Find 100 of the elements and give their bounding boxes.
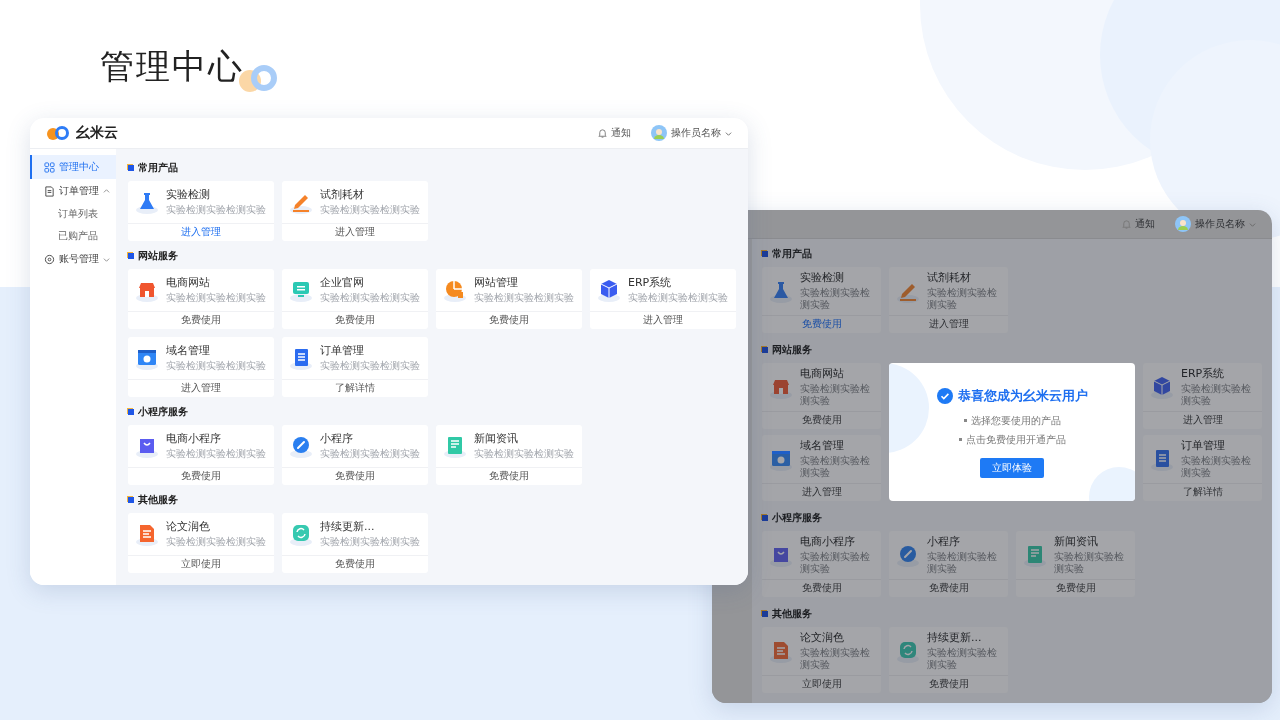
card-action-link[interactable]: 立即使用 — [128, 555, 274, 573]
bell-icon — [597, 127, 608, 139]
product-name: ERP系统 — [628, 276, 673, 290]
card-action-link[interactable]: 进入管理 — [762, 483, 881, 501]
card-action-link[interactable]: 免费使用 — [762, 579, 881, 597]
card-action-link[interactable]: 进入管理 — [1143, 411, 1262, 429]
product-name: 实验检测 — [166, 188, 211, 202]
product-name: 电商小程序 — [800, 535, 856, 549]
product-name: 订单管理 — [320, 344, 365, 358]
user-menu[interactable]: 操作员名称 — [651, 125, 732, 141]
notification-link[interactable]: 通知 — [1121, 217, 1155, 231]
card-action-link[interactable]: 免费使用 — [762, 315, 881, 333]
card-action-link[interactable]: 免费使用 — [436, 467, 582, 485]
logo-icon — [46, 125, 70, 141]
product-description: 实验检测实验检测实验 — [927, 647, 998, 671]
notification-label: 通知 — [611, 126, 631, 140]
sidebar-subitem[interactable]: 订单列表 — [30, 203, 116, 225]
card-action-link[interactable]: 免费使用 — [889, 675, 1008, 693]
section-title: 网站服务 — [138, 249, 178, 263]
section-icon — [762, 515, 768, 521]
section-title: 其他服务 — [772, 607, 812, 621]
section-icon — [128, 497, 134, 503]
dialog-title: 恭喜您成为幺米云用户 — [957, 386, 1088, 405]
product-name: 试剂耗材 — [320, 188, 365, 202]
product-description: 实验检测实验检测实验 — [166, 292, 266, 304]
product-description: 实验检测实验检测实验 — [320, 292, 420, 304]
sidebar-item[interactable]: 订单管理 — [30, 179, 116, 203]
section-title: 常用产品 — [772, 247, 812, 261]
card-action-link[interactable]: 进入管理 — [889, 315, 1008, 333]
card-action-link[interactable]: 免费使用 — [1016, 579, 1135, 597]
product-description: 实验检测实验检测实验 — [628, 292, 728, 304]
section-icon — [762, 347, 768, 353]
section-icon — [128, 409, 134, 415]
bullet-icon — [963, 419, 967, 422]
card-action-link[interactable]: 免费使用 — [282, 311, 428, 329]
product-description: 实验检测实验检测实验 — [1054, 551, 1125, 575]
card-action-link[interactable]: 了解详情 — [1143, 483, 1262, 501]
page-title: 管理中心 — [100, 45, 244, 88]
product-name: 论文润色 — [800, 631, 845, 645]
product-name: 网站管理 — [474, 276, 519, 290]
product-description: 实验检测实验检测实验 — [474, 448, 574, 460]
product-description: 实验检测实验检测实验 — [474, 292, 574, 304]
product-name: ERP系统 — [1181, 367, 1226, 381]
card-action-link[interactable]: 进入管理 — [282, 223, 428, 241]
card-action-link[interactable]: 免费使用 — [282, 467, 428, 485]
product-name: 电商小程序 — [166, 432, 222, 446]
user-name: 操作员名称 — [1195, 217, 1245, 231]
user-menu[interactable]: 操作员名称 — [1175, 216, 1256, 232]
product-name: 试剂耗材 — [927, 271, 972, 285]
dialog-text: 选择您要使用的产品 — [970, 413, 1061, 428]
notification-link[interactable]: 通知 — [597, 126, 631, 140]
section-icon — [128, 165, 134, 171]
card-action-link[interactable]: 进入管理 — [128, 223, 274, 241]
bell-icon — [1121, 218, 1132, 230]
card-action-link[interactable]: 免费使用 — [282, 555, 428, 573]
section-icon — [128, 253, 134, 259]
product-name: 域名管理 — [800, 439, 845, 453]
product-name: 持续更新... — [320, 520, 376, 534]
card-action-link[interactable]: 了解详情 — [282, 379, 428, 397]
card-action-link[interactable]: 免费使用 — [128, 467, 274, 485]
check-icon — [936, 387, 953, 404]
card-action-link[interactable]: 免费使用 — [889, 579, 1008, 597]
card-action-link[interactable]: 免费使用 — [436, 311, 582, 329]
product-description: 实验检测实验检测实验 — [320, 360, 420, 372]
sidebar-item[interactable]: 账号管理 — [30, 247, 116, 271]
product-name: 电商网站 — [166, 276, 211, 290]
product-description: 实验检测实验检测实验 — [1181, 383, 1252, 407]
product-name: 实验检测 — [800, 271, 845, 285]
product-name: 企业官网 — [320, 276, 365, 290]
section-title: 小程序服务 — [138, 405, 188, 419]
product-description: 实验检测实验检测实验 — [927, 551, 998, 575]
product-description: 实验检测实验检测实验 — [927, 287, 998, 311]
card-action-link[interactable]: 进入管理 — [128, 379, 274, 397]
chevron-down-icon — [725, 129, 732, 137]
product-name: 新闻资讯 — [1054, 535, 1099, 549]
card-action-link[interactable]: 立即使用 — [762, 675, 881, 693]
section-title: 常用产品 — [138, 161, 178, 175]
product-name: 域名管理 — [166, 344, 211, 358]
sidebar-item[interactable]: 管理中心 — [30, 155, 116, 179]
section-title: 其他服务 — [138, 493, 178, 507]
card-action-link[interactable]: 进入管理 — [590, 311, 736, 329]
product-name: 持续更新... — [927, 631, 983, 645]
dialog-text: 点击免费使用开通产品 — [965, 432, 1066, 447]
start-button[interactable]: 立即体验 — [980, 457, 1044, 478]
card-action-link[interactable]: 免费使用 — [762, 411, 881, 429]
section-icon — [762, 611, 768, 617]
product-description: 实验检测实验检测实验 — [800, 287, 871, 311]
product-description: 实验检测实验检测实验 — [320, 448, 420, 460]
product-description: 实验检测实验检测实验 — [800, 383, 871, 407]
product-description: 实验检测实验检测实验 — [320, 536, 420, 548]
sidebar-subitem[interactable]: 已购产品 — [30, 225, 116, 247]
user-name: 操作员名称 — [671, 126, 721, 140]
product-description: 实验检测实验检测实验 — [800, 647, 871, 671]
product-name: 订单管理 — [1181, 439, 1226, 453]
product-name: 小程序 — [927, 535, 961, 549]
document-icon — [44, 185, 55, 197]
card-action-link[interactable]: 免费使用 — [128, 311, 274, 329]
avatar-icon — [1175, 216, 1191, 232]
section-title: 网站服务 — [772, 343, 812, 357]
product-description: 实验检测实验检测实验 — [166, 204, 266, 216]
